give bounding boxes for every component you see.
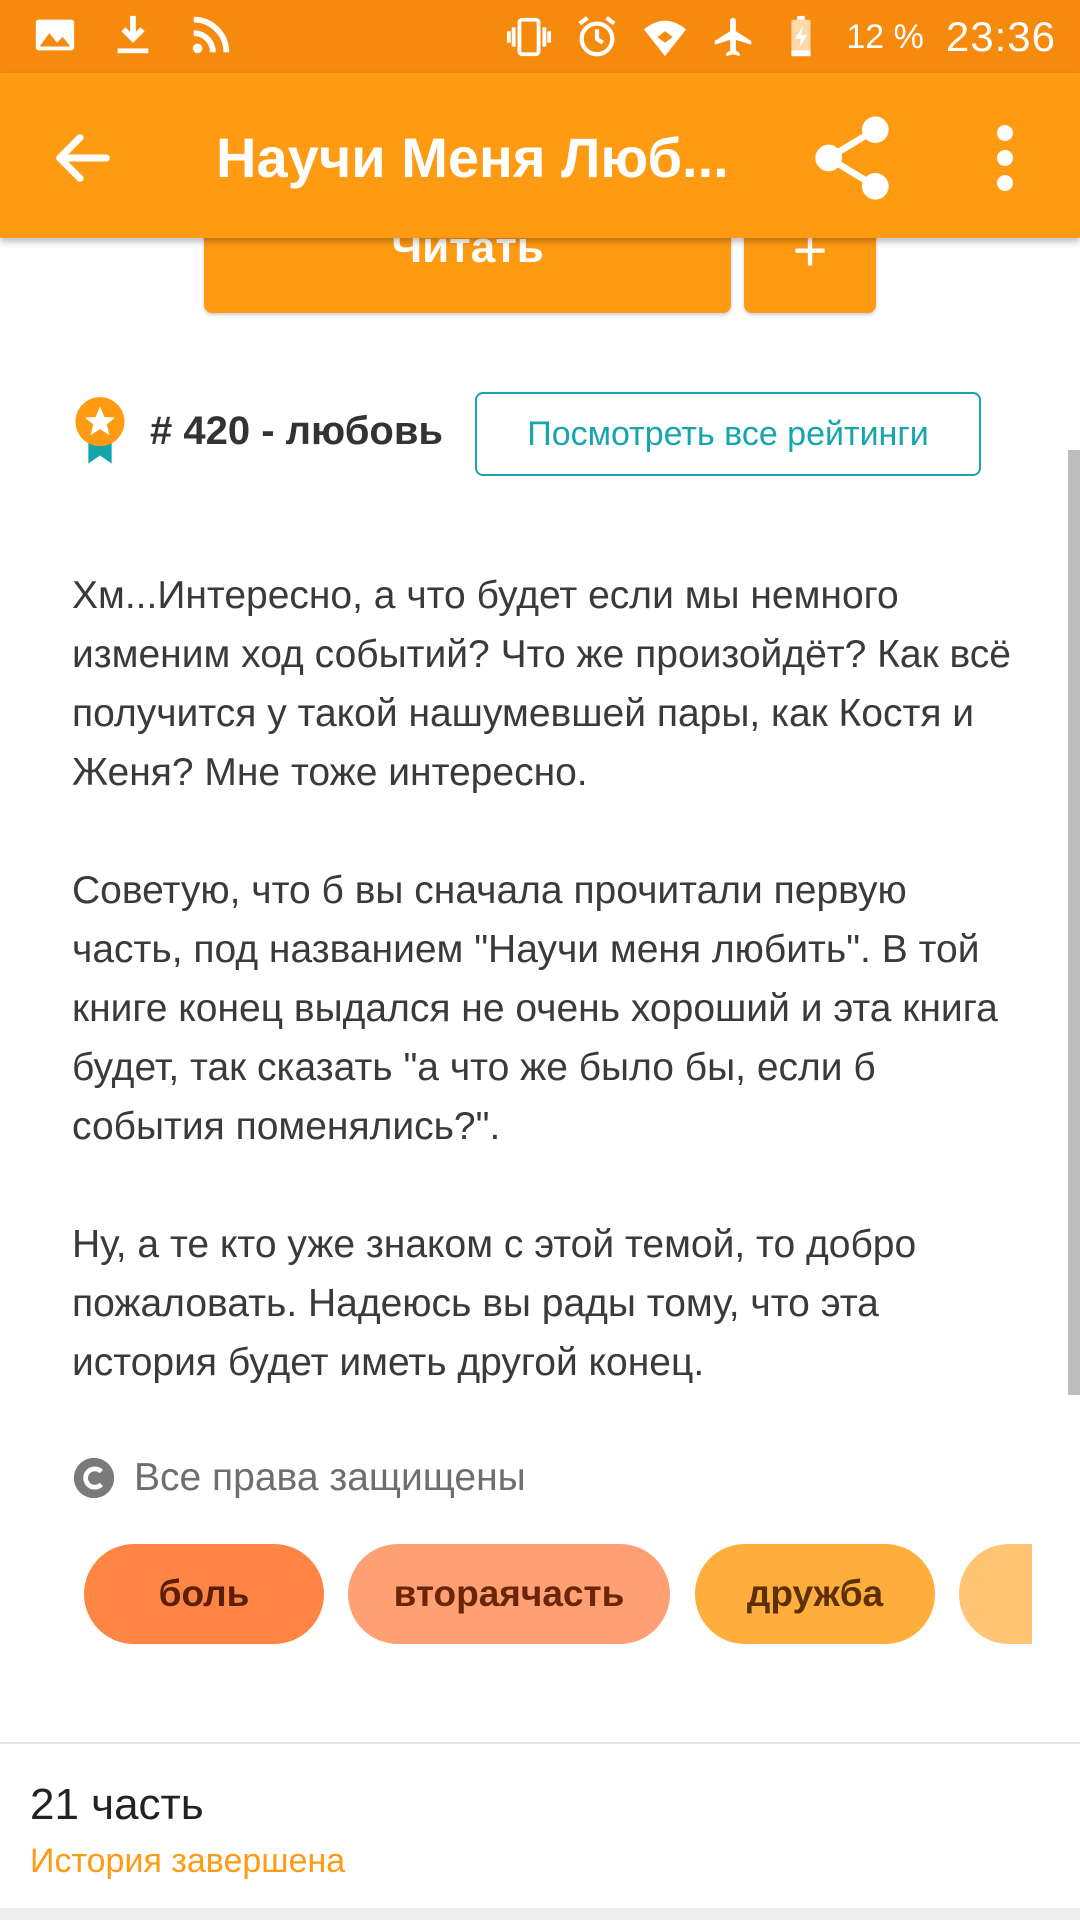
tags-list: боль втораячасть дружба	[84, 1544, 1032, 1646]
vibrate-icon	[507, 17, 552, 57]
status-bar-notifications	[32, 12, 234, 58]
tag-chip[interactable]: боль	[84, 1544, 324, 1644]
tag-chip[interactable]	[959, 1544, 1032, 1644]
back-arrow-icon[interactable]	[48, 123, 118, 193]
ranking-medal-icon	[75, 397, 125, 464]
description-paragraph: Ну, а те кто уже знаком с этой темой, то…	[72, 1223, 917, 1384]
image-icon	[35, 19, 75, 51]
alarm-icon	[578, 16, 616, 57]
ranking-text: # 420 - любовь	[150, 408, 444, 453]
tag-chip[interactable]: втораячасть	[348, 1544, 670, 1644]
story-title: Научи Меня Люб...	[216, 126, 729, 189]
wifi-icon	[644, 20, 687, 57]
status-bar-system: 12 % 23:36	[506, 8, 1056, 66]
view-all-ratings-button[interactable]: Посмотреть все рейтинги	[475, 392, 981, 476]
battery-charging-icon	[791, 15, 811, 57]
story-status: История завершена	[30, 1842, 346, 1880]
battery-percent: 12 %	[846, 17, 924, 56]
status-bar: 12 % 23:36	[0, 0, 1080, 73]
share-icon[interactable]	[812, 113, 892, 203]
app-bar: Научи Меня Люб...	[0, 73, 1080, 238]
story-description: Хм...Интересно, а что будет если мы немн…	[72, 566, 1022, 1451]
tag-chip[interactable]: дружба	[695, 1544, 935, 1644]
copyright-row: Все права защищены	[72, 1456, 526, 1500]
ranking-row: # 420 - любовь	[72, 396, 443, 466]
rss-icon	[192, 16, 230, 54]
copyright-text: Все права защищены	[134, 1456, 526, 1499]
description-paragraph: Хм...Интересно, а что будет если мы немн…	[72, 574, 1011, 794]
section-divider	[0, 1742, 1080, 1744]
airplane-icon	[715, 17, 752, 57]
download-icon	[117, 15, 149, 54]
parts-count[interactable]: 21 часть	[30, 1780, 204, 1830]
description-paragraph: Советую, что б вы сначала прочитали перв…	[72, 869, 998, 1148]
bottom-strip	[0, 1908, 1080, 1920]
scrollbar[interactable]	[1068, 450, 1080, 1395]
more-vert-icon[interactable]	[985, 123, 1025, 193]
copyright-icon	[73, 1457, 115, 1499]
clock: 23:36	[945, 13, 1056, 60]
